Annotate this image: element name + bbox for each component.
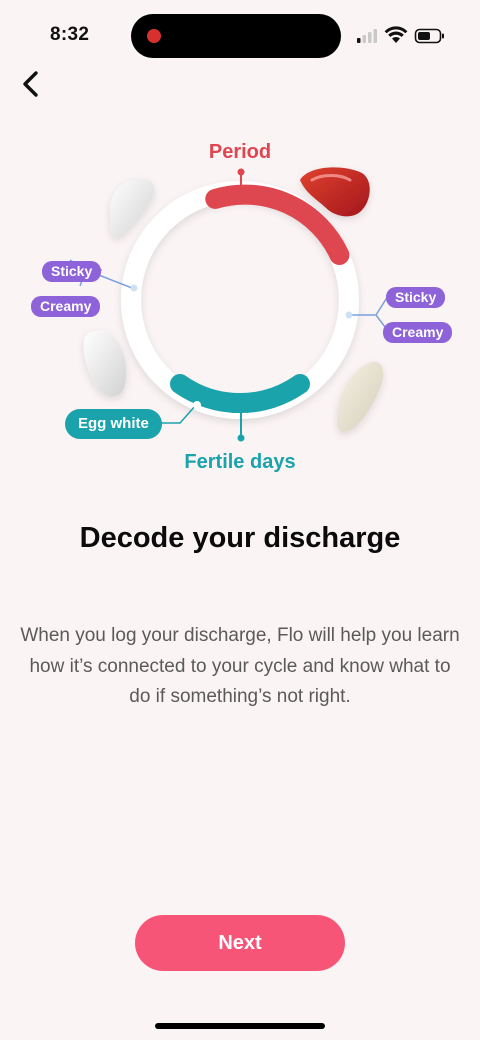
egg-connector-dot bbox=[193, 401, 201, 409]
period-label: Period bbox=[208, 141, 272, 163]
fertile-arc bbox=[170, 374, 310, 414]
right-sticky-tag: Sticky bbox=[386, 287, 446, 308]
battery-icon bbox=[414, 28, 444, 44]
back-button[interactable] bbox=[14, 66, 50, 102]
white-smear-left-image bbox=[83, 330, 127, 397]
fertile-days-label: Fertile days bbox=[184, 451, 296, 473]
left-sticky-tag: Sticky bbox=[42, 261, 102, 282]
wifi-icon bbox=[384, 26, 408, 43]
egg-white-tag: Egg white bbox=[65, 409, 162, 439]
next-button[interactable]: Next bbox=[135, 915, 345, 971]
dynamic-island bbox=[131, 14, 341, 58]
home-indicator bbox=[155, 1023, 325, 1029]
right-connector-dot bbox=[345, 311, 353, 319]
left-creamy-tag: Creamy bbox=[31, 296, 101, 317]
page-description: When you log your discharge, Flo will he… bbox=[20, 625, 460, 707]
recording-dot-icon bbox=[147, 29, 161, 43]
status-icons bbox=[357, 26, 444, 44]
chevron-left-icon bbox=[23, 71, 38, 97]
cellular-signal-icon bbox=[357, 29, 377, 43]
left-connector-dot bbox=[130, 284, 138, 292]
right-creamy-tag: Creamy bbox=[383, 322, 453, 343]
cream-smear-right-image bbox=[336, 361, 384, 432]
period-arc bbox=[205, 184, 350, 265]
status-time: 8:32 bbox=[50, 24, 90, 45]
page-title: Decode your discharge bbox=[79, 522, 401, 554]
status-bar: 8:32 bbox=[0, 0, 480, 70]
